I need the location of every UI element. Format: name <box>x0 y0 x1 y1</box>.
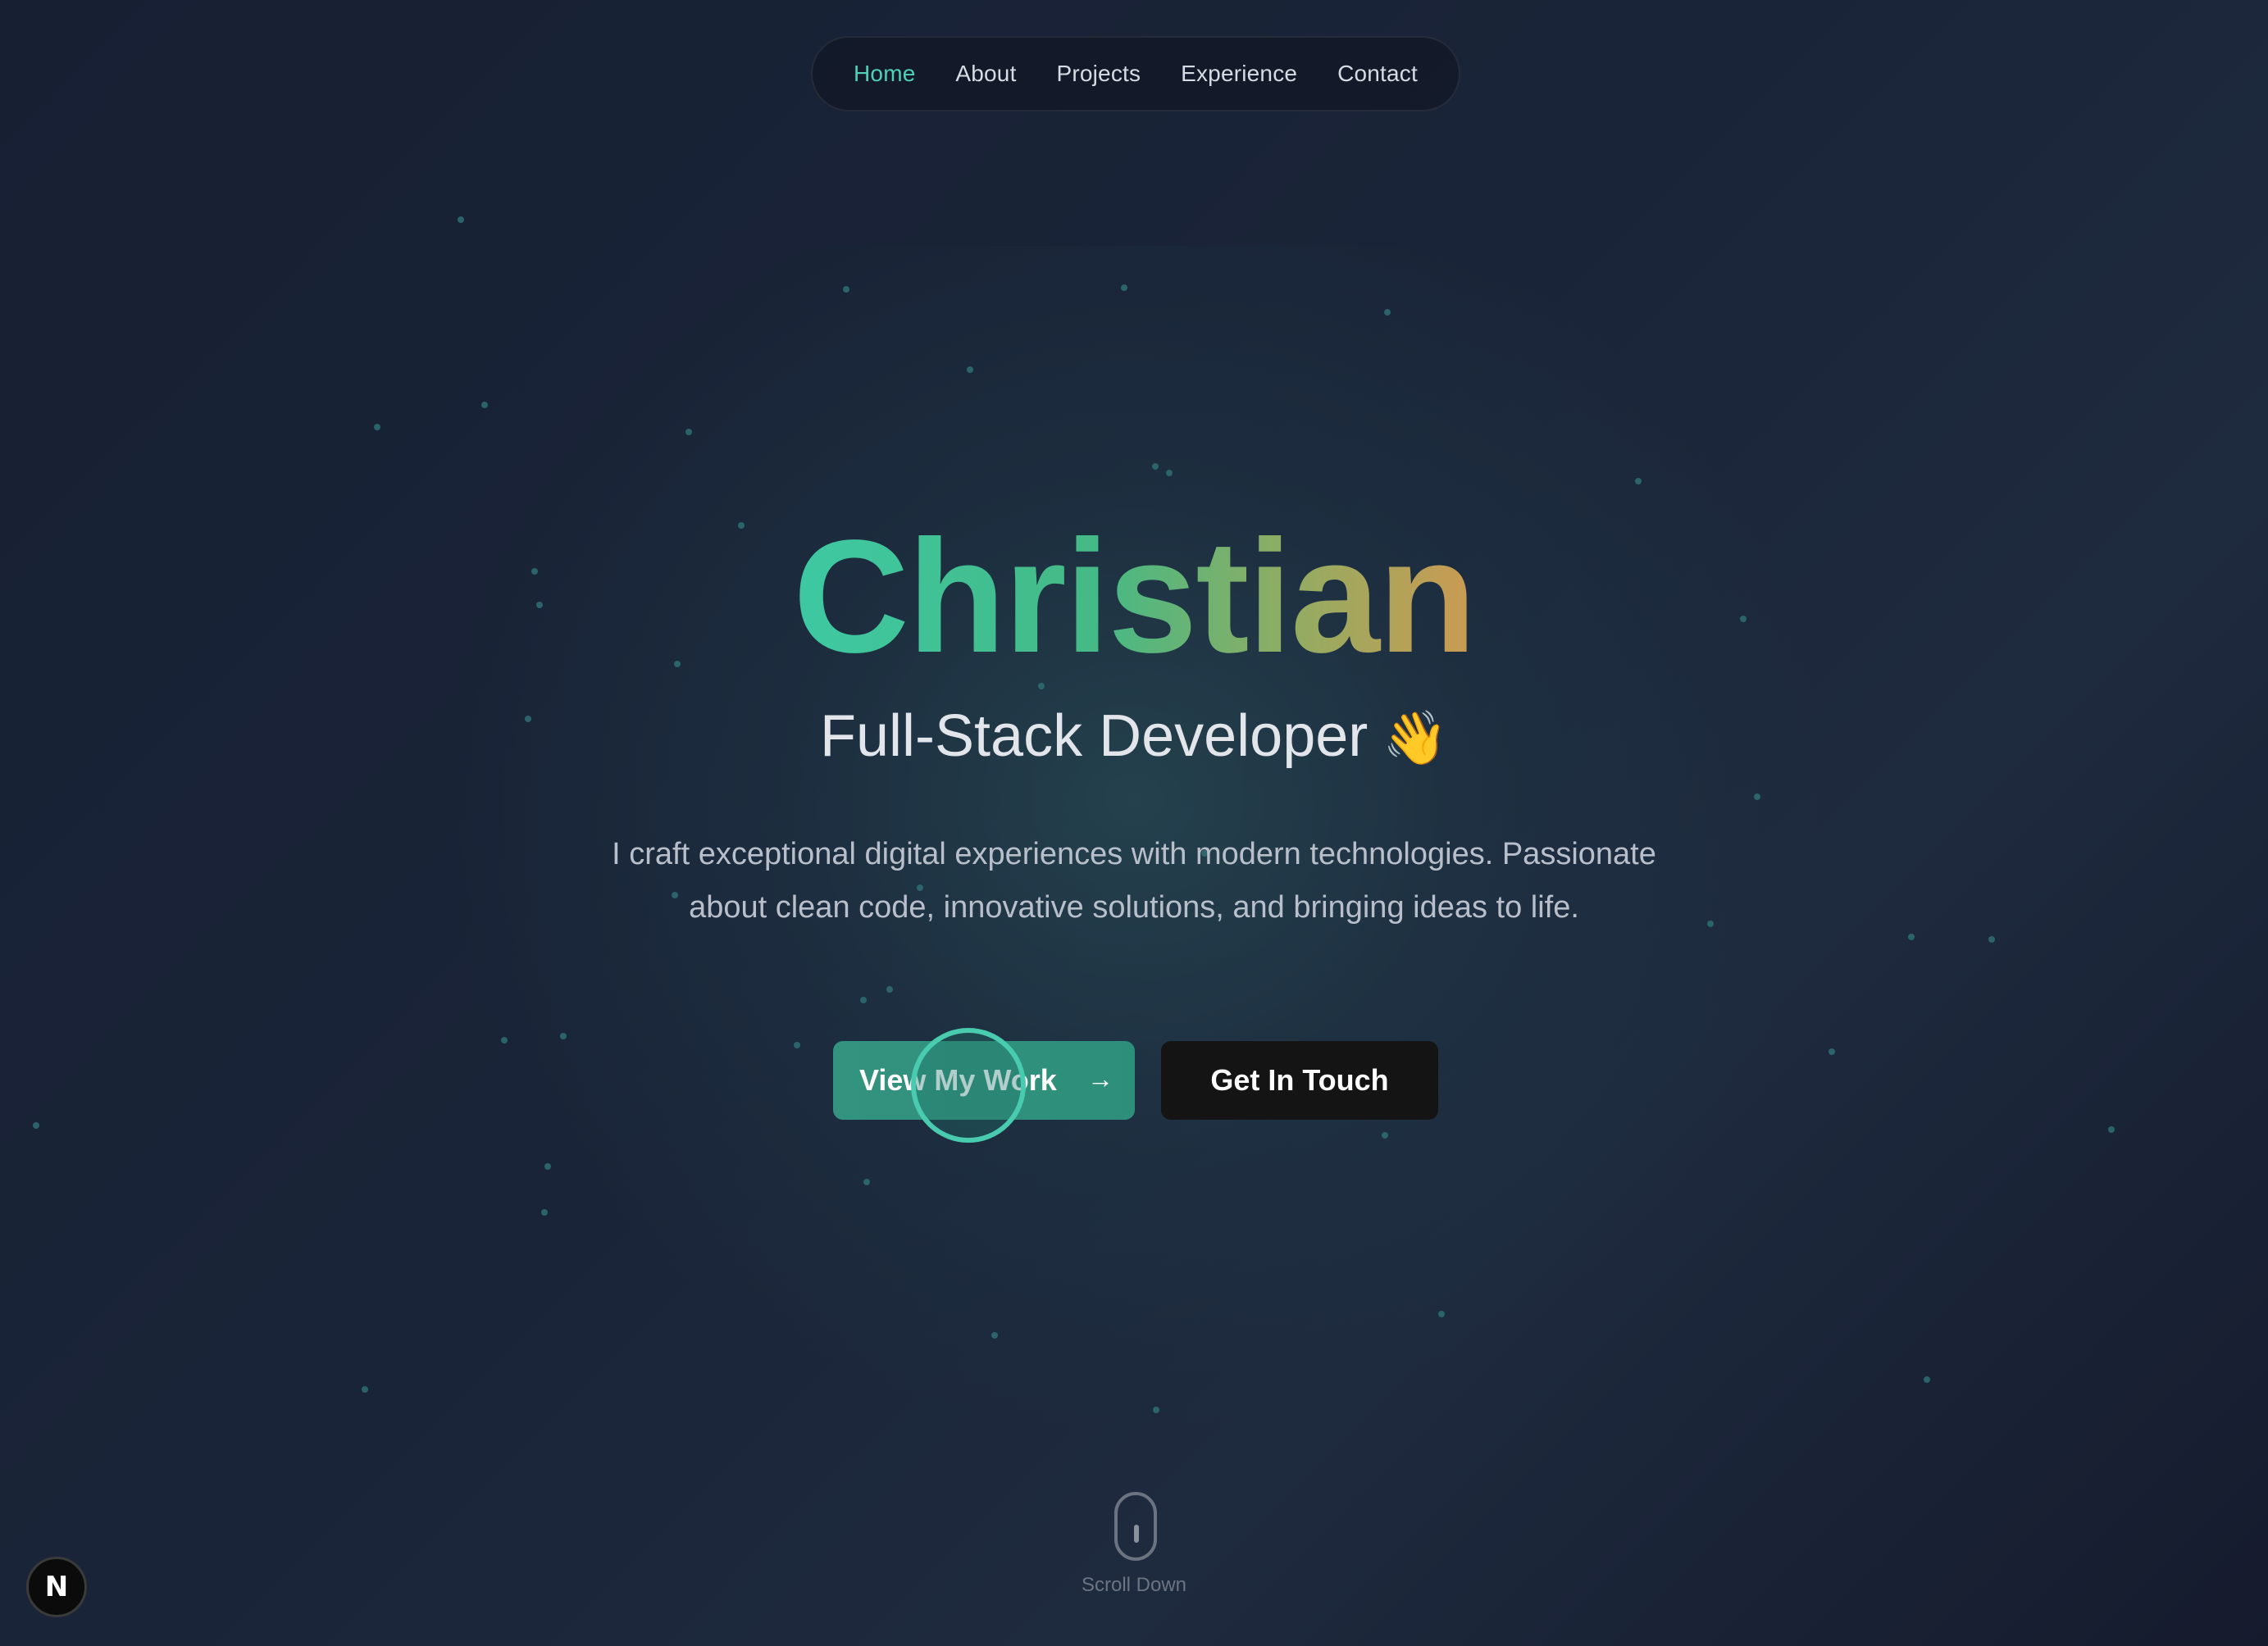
get-in-touch-button[interactable]: Get In Touch <box>1161 1041 1438 1120</box>
nav-projects[interactable]: Projects <box>1056 61 1141 87</box>
particle-dot <box>458 216 464 223</box>
particle-dot <box>1384 309 1391 316</box>
particle-dot <box>501 1037 508 1044</box>
particle-dot <box>1166 470 1173 476</box>
particle-dot <box>1829 1048 1835 1055</box>
particle-dot <box>1988 936 1995 943</box>
n-badge-icon[interactable]: N <box>26 1557 87 1617</box>
waving-hand-icon: 👋 <box>1382 708 1448 767</box>
scroll-mouse-icon[interactable] <box>1114 1492 1157 1561</box>
hero-role-text: Full-Stack Developer <box>820 703 1369 769</box>
particle-dot <box>1908 934 1915 940</box>
hero-role: Full-Stack Developer 👋 <box>0 707 2268 766</box>
hero-description: I craft exceptional digital experiences … <box>612 837 1656 925</box>
particle-dot <box>544 1163 551 1170</box>
particle-dot <box>863 1179 870 1185</box>
particle-dot <box>794 1042 800 1048</box>
particle-field <box>0 0 2268 1646</box>
nav-about[interactable]: About <box>955 61 1016 87</box>
nav-experience[interactable]: Experience <box>1181 61 1297 87</box>
particle-dot <box>560 1033 567 1039</box>
particle-dot <box>685 429 692 435</box>
particle-dot <box>481 402 488 408</box>
particle-dot <box>1438 1311 1445 1317</box>
get-in-touch-label: Get In Touch <box>1210 1063 1389 1097</box>
top-navigation: Home About Projects Experience Contact <box>811 36 1460 111</box>
particle-dot <box>2108 1126 2115 1133</box>
particle-dot <box>991 1332 998 1339</box>
particle-dot <box>886 986 893 993</box>
particle-dot <box>1121 284 1127 291</box>
n-badge-letter: N <box>44 1571 69 1603</box>
particle-dot <box>33 1122 39 1129</box>
particle-dot <box>1754 793 1760 800</box>
arrow-right-icon: → <box>1087 1064 1114 1094</box>
nav-home[interactable]: Home <box>854 61 916 87</box>
particle-dot <box>1707 921 1714 927</box>
particle-dot <box>1635 478 1642 484</box>
particle-dot <box>1153 1407 1159 1413</box>
particle-dot <box>860 997 867 1003</box>
particle-dot <box>1152 463 1159 470</box>
scroll-down-label: Scroll Down <box>1081 1574 1187 1596</box>
particle-dot <box>374 424 380 430</box>
view-my-work-button[interactable]: View My Work → <box>833 1041 1135 1120</box>
particle-dot <box>362 1386 368 1393</box>
particle-dot <box>1924 1376 1930 1383</box>
particle-dot <box>1382 1132 1388 1139</box>
hero-name: Christian <box>0 516 2268 677</box>
particle-dot <box>541 1209 548 1216</box>
particle-dot <box>967 366 973 373</box>
mouse-wheel-icon <box>1134 1525 1139 1543</box>
particle-dot <box>843 286 849 293</box>
nav-contact[interactable]: Contact <box>1337 61 1418 87</box>
hero-name-text: Christian <box>793 507 1476 686</box>
view-my-work-label: View My Work <box>859 1063 1057 1097</box>
